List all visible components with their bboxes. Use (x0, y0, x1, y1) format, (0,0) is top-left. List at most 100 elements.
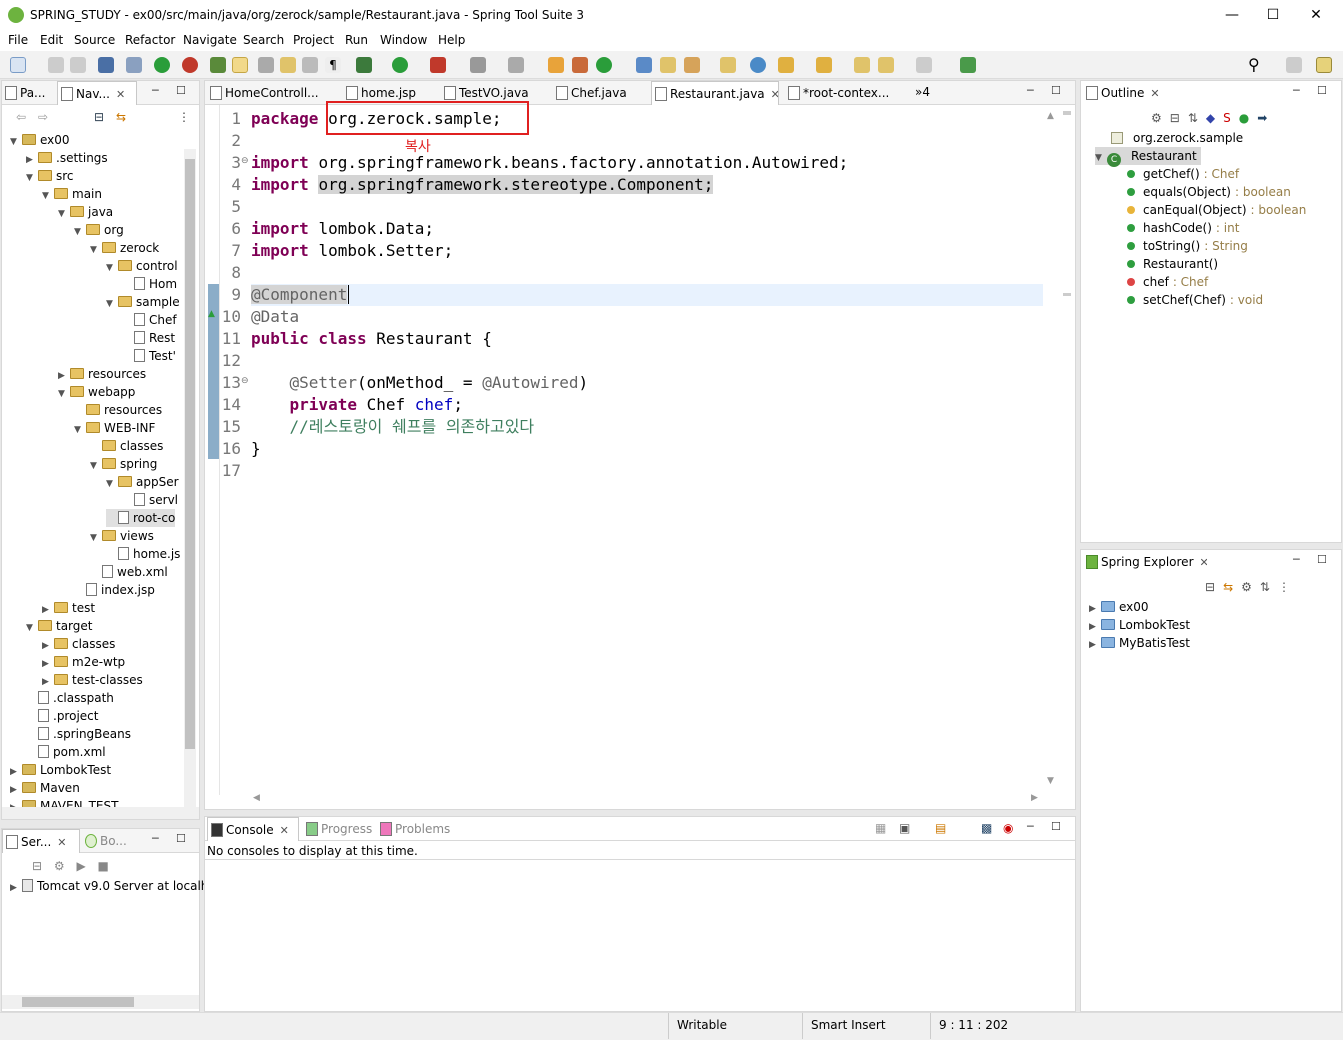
tree-item[interactable]: ▼ WEB-INF (74, 419, 155, 437)
focus-icon[interactable]: ⚙ (1151, 111, 1170, 125)
close-tab-icon[interactable]: ✕ (1200, 556, 1207, 569)
tree-item[interactable]: home.js (106, 545, 180, 563)
open-task-icon[interactable] (660, 57, 676, 73)
menu-navigate[interactable]: Navigate (183, 33, 237, 47)
outline-package[interactable]: org.zerock.sample (1111, 129, 1243, 147)
toggle-icon[interactable] (258, 57, 274, 73)
maximize-editor-icon[interactable]: ☐ (1051, 84, 1061, 97)
menu-refactor[interactable]: Refactor (125, 33, 175, 47)
tree-item[interactable]: pom.xml (26, 743, 106, 761)
scroll-down-icon[interactable]: ▼ (1047, 776, 1054, 786)
back-nav-icon[interactable]: ⇦ (16, 110, 26, 124)
close-tab-icon[interactable]: ✕ (771, 88, 778, 101)
spring-perspective-icon[interactable] (1316, 57, 1332, 73)
maximize-view-icon[interactable]: ☐ (176, 84, 186, 97)
menu-edit[interactable]: Edit (40, 33, 63, 47)
search-icon[interactable]: ⚲ (1248, 57, 1264, 73)
tree-item[interactable]: ▼ webapp (58, 383, 135, 401)
terminal-icon[interactable] (98, 57, 114, 73)
hide-nonpublic-icon[interactable]: ● (1239, 111, 1257, 125)
new-class-icon[interactable] (596, 57, 612, 73)
tree-item[interactable]: ▼ target (26, 617, 93, 635)
disconnect-icon[interactable] (508, 57, 524, 73)
prev-annotation-icon[interactable] (816, 57, 832, 73)
menu-help[interactable]: Help (438, 33, 465, 47)
new-java-project-icon[interactable] (548, 57, 564, 73)
minimize-view-icon[interactable]: ─ (152, 832, 159, 845)
spring-icon[interactable] (210, 57, 226, 73)
tree-hscrollbar[interactable] (2, 807, 199, 819)
save-icon[interactable] (48, 57, 64, 73)
servers-hscroll-thumb[interactable] (22, 997, 134, 1007)
outline-class[interactable]: ▼ C Restaurant (1095, 147, 1201, 167)
tree-item[interactable]: ▼ java (58, 203, 113, 221)
highlight-icon[interactable] (232, 57, 248, 73)
stop-icon[interactable] (470, 57, 486, 73)
tree-item[interactable]: ▼ appSer (106, 473, 179, 491)
chevron-down-icon[interactable]: ▼ (58, 385, 70, 403)
tree-item[interactable]: ▼ views (90, 527, 154, 545)
view-menu-icon[interactable]: ⋮ (178, 110, 190, 124)
globe-icon[interactable] (750, 57, 766, 73)
refresh-icon[interactable] (182, 57, 198, 73)
spring-project-item[interactable]: ▶ ex00 (1089, 598, 1149, 616)
outline-member[interactable]: equals(Object): boolean (1127, 183, 1291, 201)
collapse-all-icon[interactable]: ⊟ (94, 110, 104, 124)
new-package-icon[interactable] (572, 57, 588, 73)
maximize-icon[interactable]: ☐ (1263, 6, 1283, 24)
tree-item[interactable]: Hom (122, 275, 177, 293)
tree-item[interactable]: ▶ test-classes (42, 671, 143, 689)
tree-item[interactable]: ▶ Maven (10, 779, 80, 797)
link-editor-icon[interactable]: ⇆ (116, 110, 126, 124)
chevron-down-icon[interactable]: ▼ (106, 259, 118, 277)
chevron-down-icon[interactable]: ▼ (90, 457, 102, 475)
chevron-down-icon[interactable]: ▼ (90, 241, 102, 259)
spring-project-item[interactable]: ▶ LombokTest (1089, 616, 1190, 634)
tab-navigator[interactable]: Nav... ✕ (57, 81, 137, 105)
servers-hscrollbar[interactable] (2, 995, 199, 1009)
tree-item[interactable]: ▼ spring (90, 455, 157, 473)
console-settings-icon[interactable]: ▩ (981, 821, 992, 835)
minimize-view-icon[interactable]: ─ (1293, 553, 1300, 566)
external-tools-icon[interactable] (430, 57, 446, 73)
tree-item[interactable]: ▶ m2e-wtp (42, 653, 125, 671)
start-server-icon[interactable] (154, 57, 170, 73)
tab-chef[interactable]: Chef.java (553, 81, 643, 105)
folder-open-icon[interactable] (280, 57, 296, 73)
tab-outline[interactable]: Outline ✕ (1083, 81, 1167, 105)
tab-boot-dashboard[interactable]: Bo... (82, 829, 137, 853)
scroll-up-icon[interactable]: ▲ (1047, 111, 1054, 121)
sort-icon[interactable]: ⇅ (1260, 580, 1278, 594)
collapse-icon[interactable]: ⊟ (32, 859, 42, 873)
minimize-view-icon[interactable]: ─ (152, 84, 159, 97)
tree-item[interactable]: ▼ ex00 (10, 131, 70, 149)
back-icon[interactable] (878, 57, 894, 73)
sort-icon[interactable]: ⇅ (1188, 111, 1206, 125)
tree-item[interactable]: ▼ zerock (90, 239, 159, 257)
tree-item[interactable]: ▼ control (106, 257, 178, 275)
tab-package-explorer[interactable]: Pa... (2, 81, 57, 105)
tree-vscrollbar[interactable] (184, 149, 196, 809)
chevron-down-icon[interactable]: ▼ (74, 421, 86, 439)
hide-fields-icon[interactable]: ◆ (1206, 111, 1223, 125)
chevron-down-icon[interactable]: ▼ (26, 619, 38, 637)
tree-item[interactable]: .springBeans (26, 725, 131, 743)
tab-overflow-button[interactable]: »4 (915, 85, 930, 99)
tab-servers[interactable]: Ser... ✕ (2, 829, 80, 853)
chevron-down-icon[interactable]: ▼ (26, 169, 38, 187)
outline-member[interactable]: canEqual(Object): boolean (1127, 201, 1306, 219)
tree-item[interactable]: Rest (122, 329, 175, 347)
scroll-left-icon[interactable]: ◀ (253, 793, 260, 803)
terminate-icon[interactable]: ◉ (1003, 821, 1013, 835)
editor-vscrollbar[interactable]: ▲ ▼ (1045, 111, 1059, 791)
tab-restaurant[interactable]: Restaurant.java ✕ (651, 81, 779, 105)
menu-file[interactable]: File (8, 33, 28, 47)
outline-member[interactable]: toString(): String (1127, 237, 1248, 255)
debug-server-icon[interactable]: ⚙ (54, 859, 65, 873)
menu-run[interactable]: Run (345, 33, 368, 47)
minimize-icon[interactable]: — (1222, 6, 1242, 24)
code-area[interactable]: package org.zerock.sample; import org.sp… (251, 108, 1041, 788)
tab-problems[interactable]: Problems (377, 817, 457, 841)
close-icon[interactable]: ✕ (1306, 6, 1326, 24)
chevron-down-icon[interactable]: ▼ (74, 223, 86, 241)
